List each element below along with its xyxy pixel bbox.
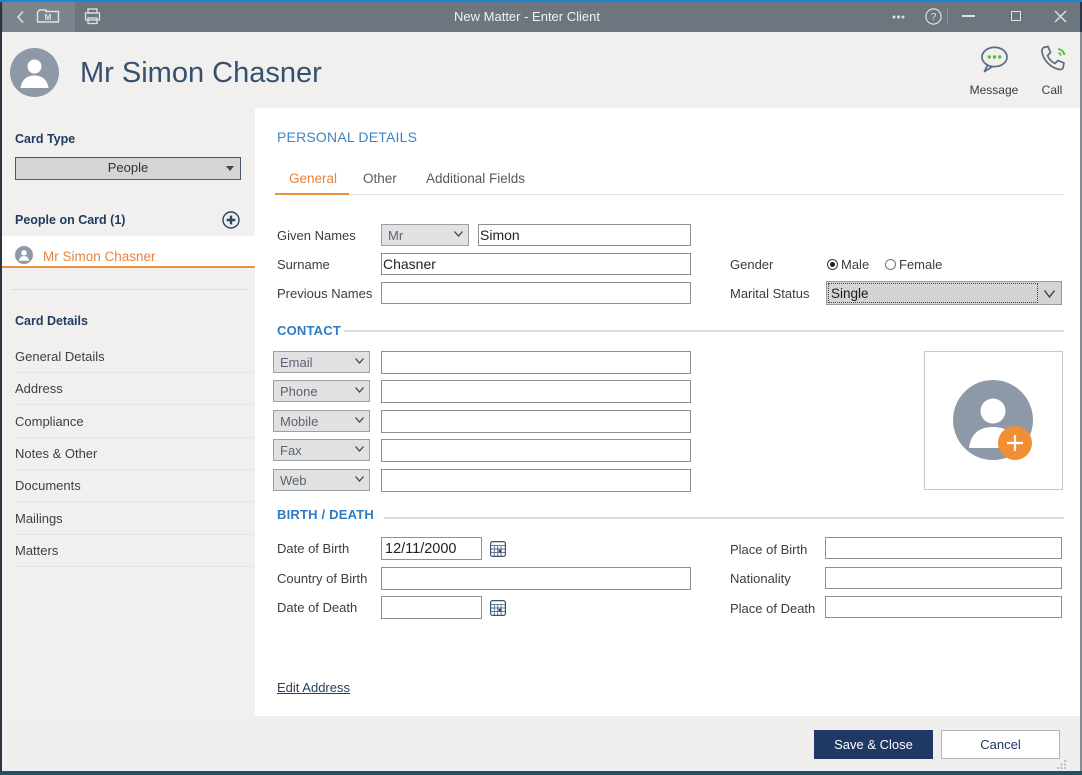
svg-text:M: M bbox=[45, 13, 52, 22]
svg-text:?: ? bbox=[931, 12, 937, 23]
